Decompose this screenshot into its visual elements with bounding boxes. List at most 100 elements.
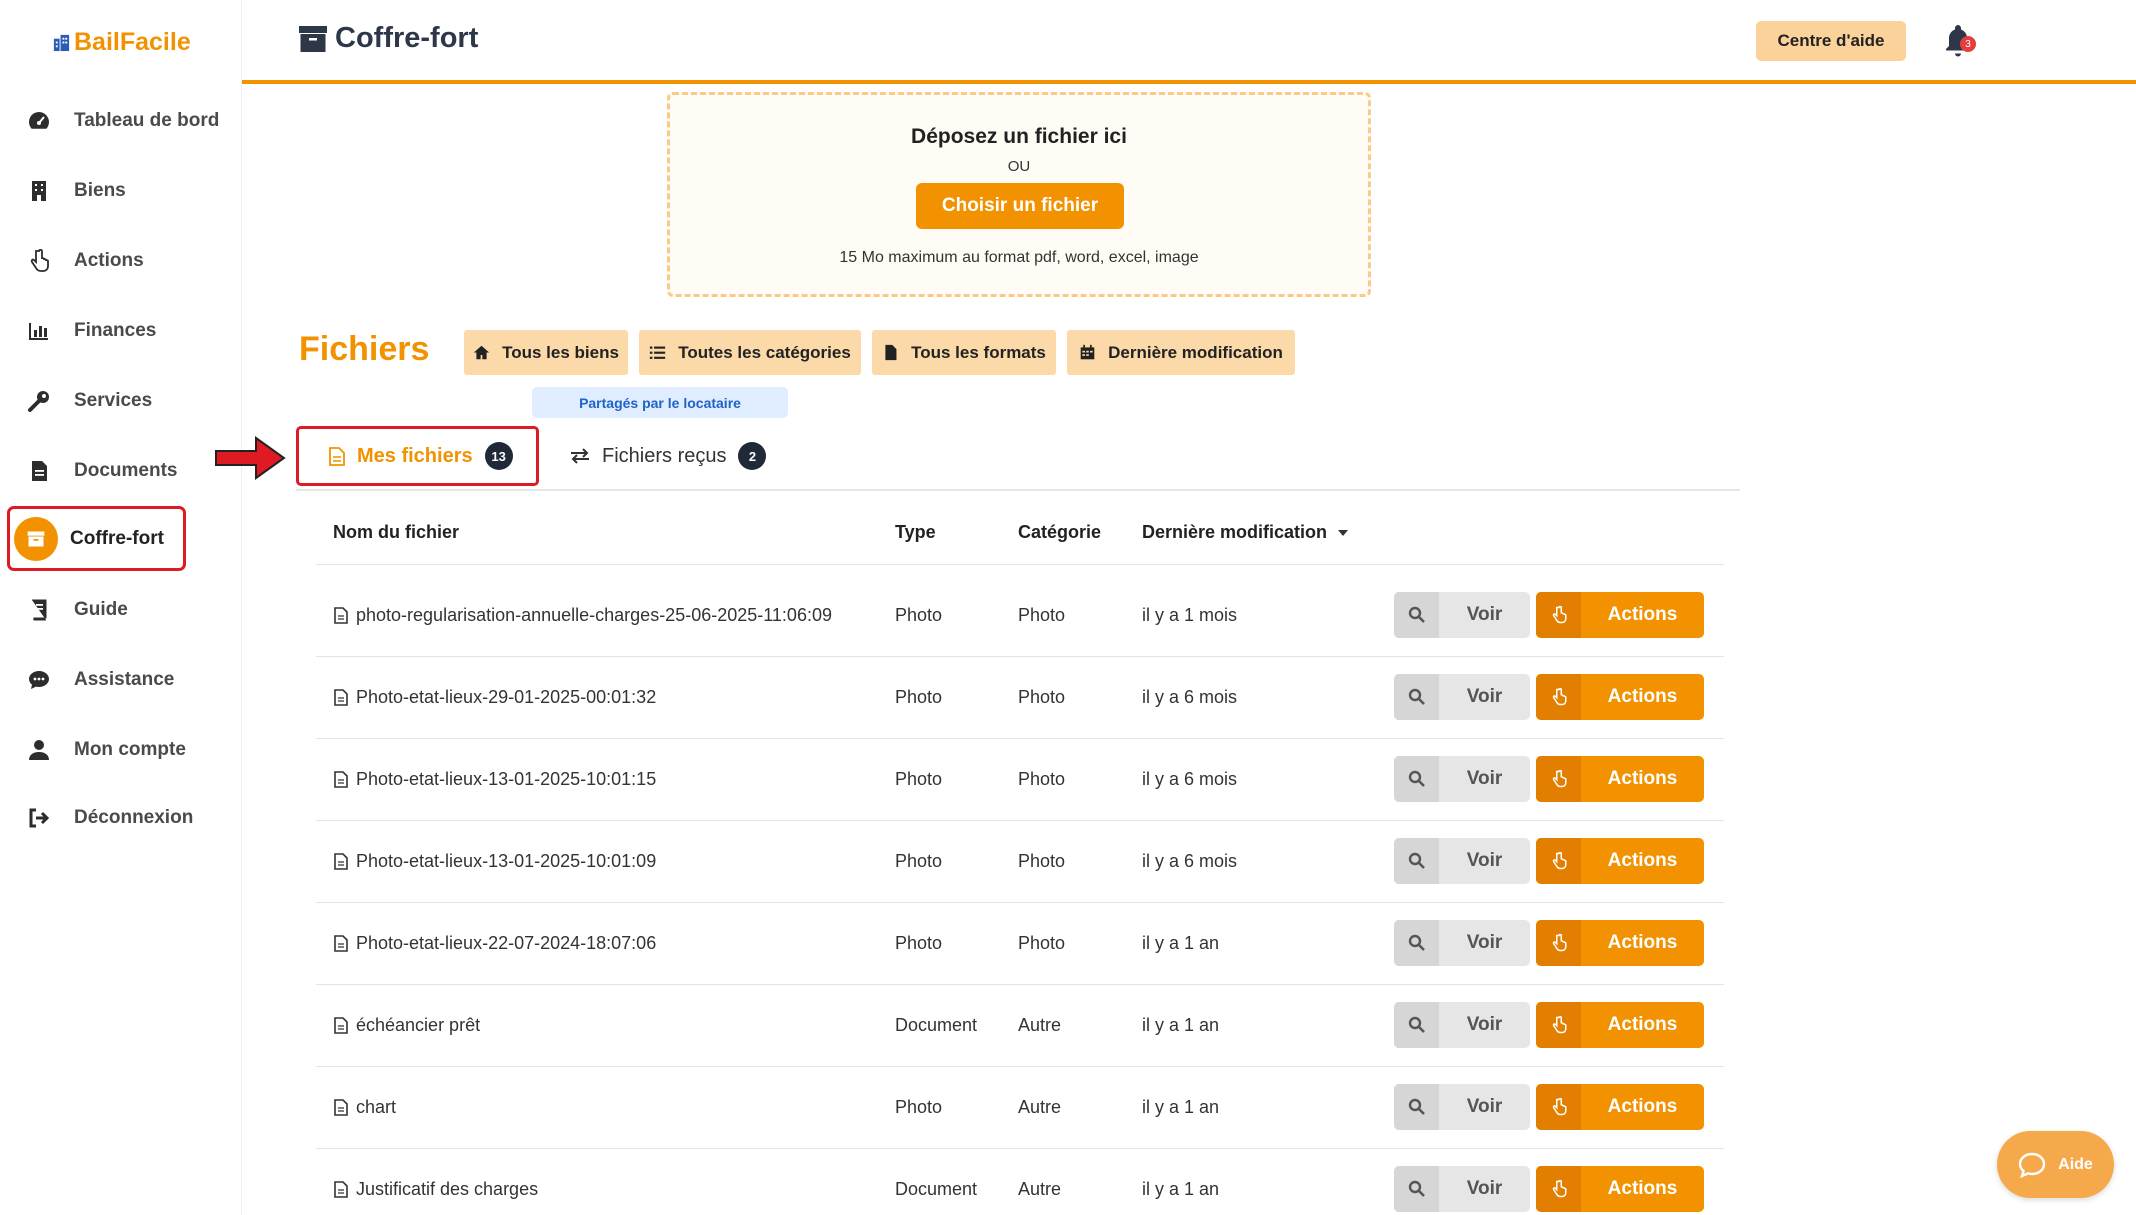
sidebar-item-mon-compte[interactable]: Mon compte [0, 724, 242, 776]
file-outline-icon [334, 934, 348, 952]
sidebar-item-tableau-de-bord[interactable]: Tableau de bord [0, 95, 242, 147]
file-type-cell: Document [895, 1014, 978, 1035]
file-name-cell[interactable]: Justificatif des charges [334, 1177, 538, 1201]
tab-received-files[interactable]: Fichiers reçus 2 [570, 426, 767, 486]
pointer-hand-icon [1536, 1084, 1581, 1130]
sidebar-item-actions[interactable]: Actions [0, 235, 242, 287]
help-center-button[interactable]: Centre d'aide [1756, 21, 1906, 61]
files-section-title: Fichiers [299, 330, 430, 368]
view-button[interactable]: Voir [1394, 1084, 1530, 1130]
row-divider [316, 984, 1724, 985]
notification-badge: 3 [1960, 36, 1976, 52]
file-dropzone[interactable]: Déposez un fichier ici OU Choisir un fic… [667, 92, 1371, 297]
sidebar-item-label: Assistance [74, 669, 175, 690]
filter-formats-button[interactable]: Tous les formats [872, 330, 1056, 375]
bar-chart-icon [26, 318, 52, 344]
row-divider [316, 738, 1724, 739]
page-title-text: Coffre-fort [335, 22, 479, 54]
file-name-cell[interactable]: photo-regularisation-annuelle-charges-25… [334, 603, 832, 627]
view-label: Voir [1466, 1178, 1503, 1199]
archive-icon [299, 25, 327, 52]
file-category-cell: Autre [1018, 1178, 1062, 1199]
file-outline-icon [334, 1098, 348, 1116]
actions-button[interactable]: Actions [1536, 1002, 1704, 1048]
sidebar-item-documents[interactable]: Documents [0, 445, 242, 497]
file-category-cell: Photo [1018, 850, 1066, 871]
sidebar-item-guide[interactable]: Guide [0, 584, 242, 636]
filter-properties-button[interactable]: Tous les biens [464, 330, 628, 375]
actions-button[interactable]: Actions [1536, 1084, 1704, 1130]
building-logo-icon [53, 34, 70, 52]
file-type-cell: Photo [895, 850, 943, 871]
view-button[interactable]: Voir [1394, 674, 1530, 720]
sidebar: BailFacile Tableau de bord Biens Actions… [0, 0, 242, 1215]
file-name-cell[interactable]: Photo-etat-lieux-13-01-2025-10:01:09 [334, 849, 656, 873]
actions-button[interactable]: Actions [1536, 838, 1704, 884]
dropzone-or: OU [1007, 158, 1031, 175]
tab-label: Mes fichiers [357, 444, 473, 467]
tab-count-badge: 13 [484, 442, 513, 470]
file-name: photo-regularisation-annuelle-charges-25… [356, 604, 832, 625]
actions-label: Actions [1607, 932, 1678, 953]
filter-last-modified-button[interactable]: Dernière modification [1067, 330, 1295, 375]
magnifier-icon [1394, 920, 1439, 966]
file-outline-icon [334, 1180, 348, 1198]
pointer-hand-icon [1536, 1166, 1581, 1212]
view-label: Voir [1466, 768, 1503, 789]
page-title: Coffre-fort [299, 22, 478, 55]
magnifier-icon [1394, 1084, 1439, 1130]
magnifier-icon [1394, 756, 1439, 802]
view-button[interactable]: Voir [1394, 1002, 1530, 1048]
view-label: Voir [1466, 850, 1503, 871]
brand-logo[interactable]: BailFacile [52, 28, 191, 57]
pointer-hand-icon [1536, 920, 1581, 966]
sidebar-item-biens[interactable]: Biens [0, 165, 242, 217]
view-button[interactable]: Voir [1394, 838, 1530, 884]
actions-button[interactable]: Actions [1536, 674, 1704, 720]
file-name-cell[interactable]: chart [334, 1095, 396, 1119]
sidebar-item-assistance[interactable]: Assistance [0, 654, 242, 706]
view-button[interactable]: Voir [1394, 920, 1530, 966]
sidebar-item-deconnexion[interactable]: Déconnexion [0, 792, 242, 844]
actions-button[interactable]: Actions [1536, 756, 1704, 802]
file-name-cell[interactable]: échéancier prêt [334, 1013, 480, 1037]
tab-my-files[interactable]: Mes fichiers 13 [296, 426, 539, 486]
view-button[interactable]: Voir [1394, 592, 1530, 638]
red-arrow-annotation [215, 436, 286, 480]
actions-button[interactable]: Actions [1536, 1166, 1704, 1212]
file-type-cell: Document [895, 1178, 978, 1199]
top-header: Coffre-fort Centre d'aide 3 [242, 0, 2136, 84]
choose-file-button[interactable]: Choisir un fichier [916, 183, 1124, 229]
filter-categories-button[interactable]: Toutes les catégories [639, 330, 861, 375]
actions-button[interactable]: Actions [1536, 920, 1704, 966]
file-outline-icon [334, 688, 348, 706]
column-header-category[interactable]: Catégorie [1018, 522, 1101, 543]
sidebar-item-services[interactable]: Services [0, 375, 242, 427]
column-header-name[interactable]: Nom du fichier [333, 522, 459, 543]
shared-by-tenant-badge[interactable]: Partagés par le locataire [532, 387, 788, 418]
file-category-cell: Photo [1018, 604, 1066, 625]
actions-button[interactable]: Actions [1536, 592, 1704, 638]
sidebar-item-finances[interactable]: Finances [0, 305, 242, 357]
view-button[interactable]: Voir [1394, 756, 1530, 802]
document-icon [26, 458, 52, 484]
column-header-last-modified[interactable]: Dernière modification [1142, 522, 1349, 543]
view-button[interactable]: Voir [1394, 1166, 1530, 1212]
file-name: chart [356, 1096, 397, 1117]
filter-label: Tous les biens [502, 342, 619, 362]
file-outline-icon [334, 770, 348, 788]
file-name-cell[interactable]: Photo-etat-lieux-29-01-2025-00:01:32 [334, 685, 656, 709]
file-name: Photo-etat-lieux-29-01-2025-00:01:32 [356, 686, 657, 707]
column-header-type[interactable]: Type [895, 522, 936, 543]
file-name-cell[interactable]: Photo-etat-lieux-22-07-2024-18:07:06 [334, 931, 656, 955]
sidebar-item-label: Tableau de bord [74, 110, 220, 131]
sidebar-item-label: Mon compte [74, 739, 186, 760]
dropzone-title: Déposez un fichier ici [911, 125, 1127, 148]
view-label: Voir [1466, 932, 1503, 953]
file-category-cell: Photo [1018, 932, 1066, 953]
file-category-cell: Photo [1018, 768, 1066, 789]
file-name-cell[interactable]: Photo-etat-lieux-13-01-2025-10:01:15 [334, 767, 656, 791]
magnifier-icon [1394, 1166, 1439, 1212]
file-modified-cell: il y a 1 an [1142, 1014, 1220, 1035]
floating-help-button[interactable]: Aide [1997, 1131, 2114, 1198]
